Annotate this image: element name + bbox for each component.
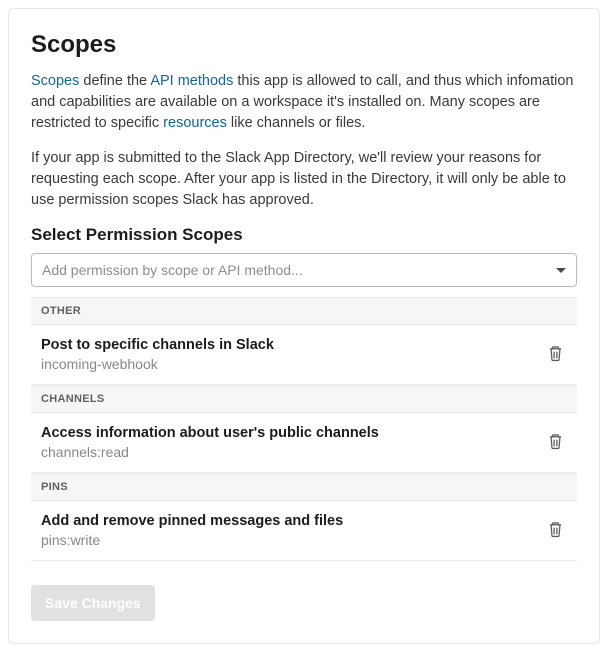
trash-icon	[548, 526, 563, 541]
scope-row: Post to specific channels in Slack incom…	[31, 325, 577, 385]
group-header-other: OTHER	[31, 297, 577, 325]
intro-paragraph-2: If your app is submitted to the Slack Ap…	[31, 148, 577, 211]
trash-icon	[548, 438, 563, 453]
scope-identifier: incoming-webhook	[41, 356, 544, 372]
intro-paragraph-1: Scopes define the API methods this app i…	[31, 71, 577, 134]
scope-identifier: pins:write	[41, 532, 544, 548]
scope-identifier: channels:read	[41, 444, 544, 460]
delete-scope-button[interactable]	[544, 429, 567, 457]
api-methods-link[interactable]: API methods	[150, 73, 233, 89]
save-changes-button[interactable]: Save Changes	[31, 585, 155, 621]
group-header-channels: CHANNELS	[31, 385, 577, 413]
delete-scope-button[interactable]	[544, 341, 567, 369]
scopes-link[interactable]: Scopes	[31, 73, 79, 89]
chevron-down-icon	[556, 268, 566, 273]
trash-icon	[548, 350, 563, 365]
scope-input[interactable]	[42, 262, 556, 278]
scope-title: Access information about user's public c…	[41, 425, 544, 441]
scopes-card: Scopes Scopes define the API methods thi…	[8, 8, 600, 644]
scope-row: Access information about user's public c…	[31, 413, 577, 473]
scope-row: Add and remove pinned messages and files…	[31, 501, 577, 561]
scope-combobox[interactable]	[31, 253, 577, 287]
page-title: Scopes	[31, 31, 577, 59]
delete-scope-button[interactable]	[544, 517, 567, 545]
resources-link[interactable]: resources	[163, 115, 227, 131]
scope-title: Add and remove pinned messages and files	[41, 513, 544, 529]
group-header-pins: PINS	[31, 473, 577, 501]
select-scopes-label: Select Permission Scopes	[31, 225, 577, 245]
scope-title: Post to specific channels in Slack	[41, 337, 544, 353]
